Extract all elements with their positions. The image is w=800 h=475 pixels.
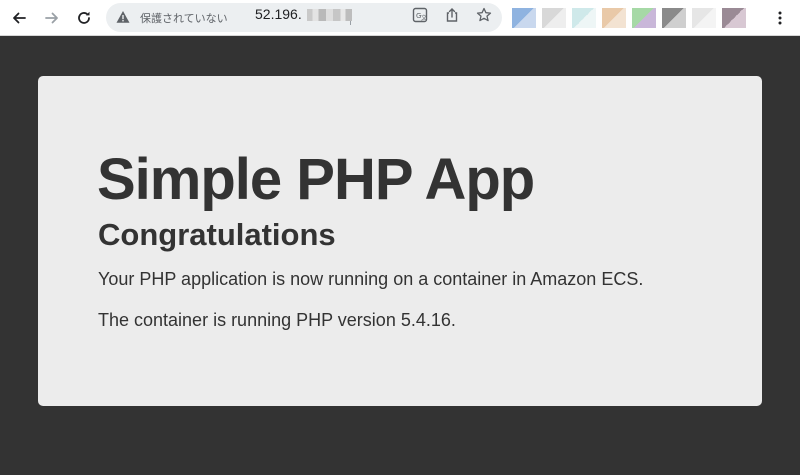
page-title: Simple PHP App — [97, 147, 535, 212]
translate-icon[interactable]: G 文 — [411, 6, 429, 24]
kebab-menu-icon — [778, 11, 782, 25]
extensions-area — [512, 6, 766, 29]
arrow-left-icon — [13, 12, 26, 24]
extension-icon[interactable] — [722, 7, 746, 28]
browser-toolbar: 保護されていない 52.196. G 文 — [0, 0, 800, 36]
extension-icon[interactable] — [512, 7, 536, 28]
arrow-right-icon — [45, 12, 58, 24]
browser-menu-button[interactable] — [770, 6, 790, 30]
svg-text:文: 文 — [421, 14, 427, 22]
url-text[interactable]: 52.196. — [255, 6, 302, 22]
warning-icon[interactable] — [116, 10, 130, 24]
back-button[interactable] — [7, 6, 31, 30]
php-version-paragraph: The container is running PHP version 5.4… — [98, 310, 456, 330]
forward-button[interactable] — [40, 6, 64, 30]
status-paragraph: Your PHP application is now running on a… — [98, 269, 644, 289]
extension-icon[interactable] — [692, 7, 716, 28]
reload-button[interactable] — [72, 6, 96, 30]
extension-icon[interactable] — [632, 7, 656, 28]
reload-icon — [78, 11, 90, 24]
security-status-label[interactable]: 保護されていない — [140, 10, 228, 26]
share-icon[interactable] — [443, 6, 461, 24]
extension-icon[interactable] — [572, 7, 596, 28]
content-card: Simple PHP App Congratulations Your PHP … — [38, 76, 762, 406]
extension-icon[interactable] — [542, 7, 566, 28]
star-icon[interactable] — [475, 6, 493, 24]
page-subtitle: Congratulations — [98, 217, 336, 252]
extension-icon[interactable] — [602, 7, 626, 28]
extension-icon[interactable] — [662, 7, 686, 28]
url-redacted — [307, 9, 352, 21]
page-content: Simple PHP App Congratulations Your PHP … — [0, 37, 800, 475]
